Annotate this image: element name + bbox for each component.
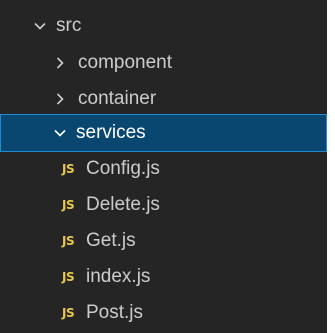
tree-item-file[interactable]: JS Config.js [0, 150, 327, 188]
tree-item-label: index.js [86, 266, 151, 287]
tree-item-services[interactable]: services [0, 114, 327, 152]
tree-item-file[interactable]: JS index.js [0, 258, 327, 296]
tree-item-label: Config.js [86, 158, 160, 179]
js-file-icon: JS [62, 306, 75, 320]
js-file-icon: JS [62, 234, 75, 248]
js-file-icon: JS [62, 162, 75, 176]
js-file-icon: JS [62, 270, 75, 284]
tree-item-label: Post.js [86, 302, 144, 323]
tree-item-container[interactable]: container [0, 80, 327, 118]
tree-item-src[interactable]: src [0, 7, 327, 45]
tree-item-label: Get.js [86, 230, 136, 251]
file-explorer-tree: src component container services JS Conf… [0, 0, 327, 333]
tree-item-label: component [78, 52, 173, 73]
chevron-right-icon [52, 55, 68, 71]
tree-item-file[interactable]: JS Delete.js [0, 186, 327, 224]
js-file-icon: JS [62, 198, 75, 212]
tree-item-label: container [78, 88, 157, 109]
chevron-down-icon [52, 125, 68, 141]
tree-item-label: services [76, 122, 146, 143]
tree-item-file[interactable]: JS Post.js [0, 294, 327, 332]
tree-item-file[interactable]: JS Get.js [0, 222, 327, 260]
tree-item-label: src [56, 15, 82, 36]
tree-item-label: Delete.js [86, 194, 160, 215]
tree-item-component[interactable]: component [0, 44, 327, 82]
chevron-right-icon [52, 91, 68, 107]
chevron-down-icon [32, 18, 48, 34]
